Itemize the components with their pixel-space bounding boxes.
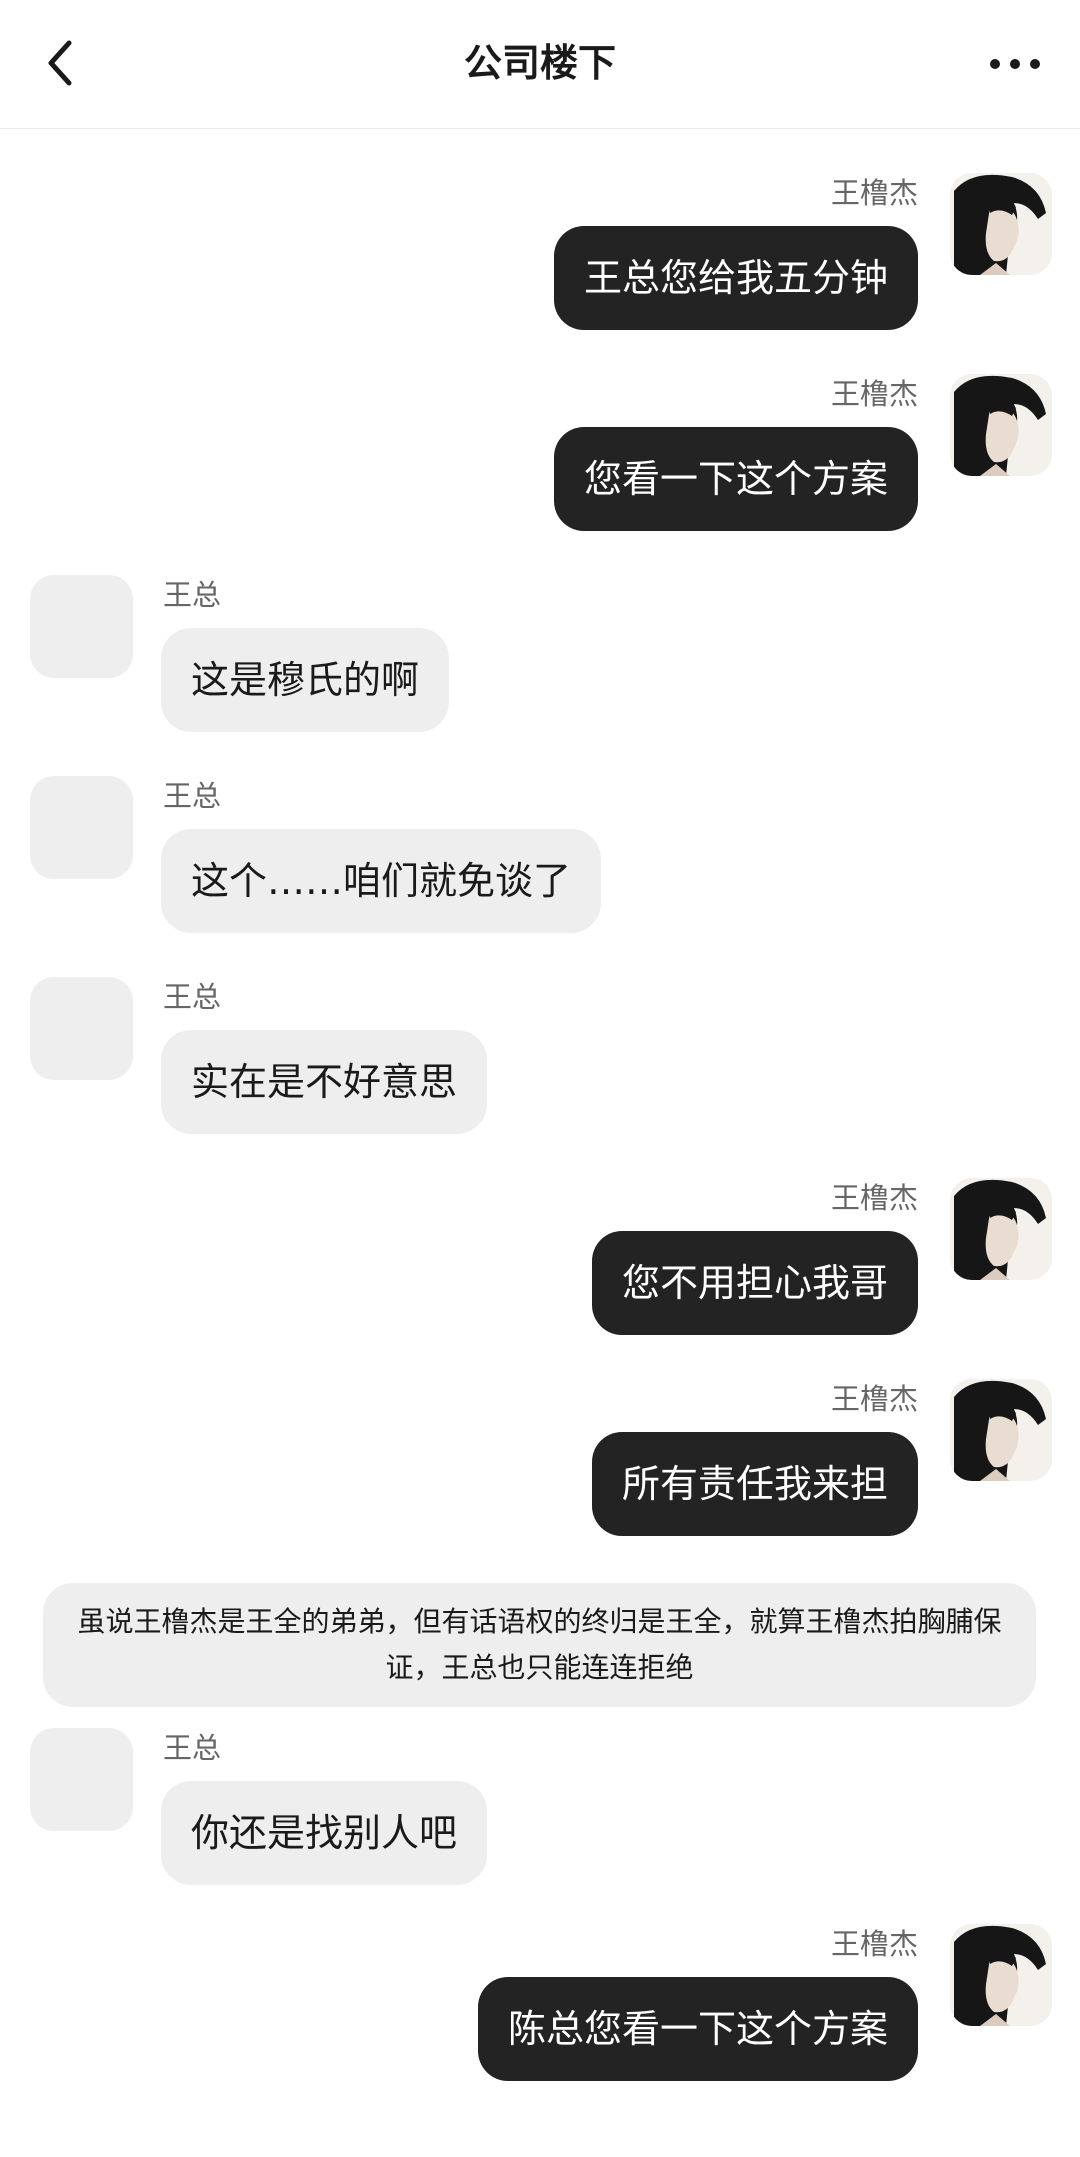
more-horizontal-icon — [990, 59, 1040, 69]
sender-name: 王总 — [163, 1731, 222, 1765]
avatar[interactable] — [950, 1924, 1052, 2026]
user-avatar-image — [950, 374, 1052, 476]
avatar[interactable] — [950, 374, 1052, 476]
chat-title: 公司楼下 — [463, 41, 616, 85]
message-bubble[interactable]: 您不用担心我哥 — [591, 1231, 918, 1335]
message-bubble[interactable]: 所有责任我来担 — [591, 1432, 918, 1536]
top-nav-bar: 公司楼下 — [0, 0, 1080, 129]
sender-name: 王总 — [163, 578, 222, 612]
sender-name: 王总 — [163, 779, 222, 813]
sender-name: 王橹杰 — [830, 176, 918, 210]
avatar[interactable] — [950, 1178, 1052, 1280]
avatar[interactable] — [30, 776, 133, 879]
chat-message-list[interactable]: 王橹杰 王总您给我五分钟 王橹杰 您看一下这个方案 王总 这是穆氏的啊 王总 这… — [0, 128, 1080, 2157]
message-bubble[interactable]: 这个……咱们就免谈了 — [161, 829, 602, 933]
message-bubble[interactable]: 这是穆氏的啊 — [161, 628, 450, 732]
avatar[interactable] — [30, 575, 133, 678]
message-bubble[interactable]: 您看一下这个方案 — [553, 427, 918, 531]
user-avatar-image — [950, 1379, 1052, 1481]
sender-name: 王橹杰 — [830, 1382, 918, 1416]
sender-name: 王橹杰 — [830, 377, 918, 411]
avatar[interactable] — [950, 173, 1052, 275]
user-avatar-image — [950, 1178, 1052, 1280]
avatar[interactable] — [950, 1379, 1052, 1481]
user-avatar-image — [950, 1924, 1052, 2026]
message-bubble[interactable]: 王总您给我五分钟 — [553, 226, 918, 330]
narration-card: 虽说王橹杰是王全的弟弟，但有话语权的终归是王全，就算王橹杰拍胸脯保证，王总也只能… — [43, 1583, 1036, 1707]
user-avatar-image — [950, 173, 1052, 275]
sender-name: 王橹杰 — [830, 1927, 918, 1961]
sender-name: 王橹杰 — [830, 1181, 918, 1215]
avatar[interactable] — [30, 977, 133, 1080]
message-bubble[interactable]: 实在是不好意思 — [161, 1030, 488, 1134]
sender-name: 王总 — [163, 980, 222, 1014]
message-bubble[interactable]: 陈总您看一下这个方案 — [477, 1977, 918, 2081]
more-button[interactable] — [980, 36, 1050, 92]
message-bubble[interactable]: 你还是找别人吧 — [161, 1781, 488, 1885]
avatar[interactable] — [30, 1728, 133, 1831]
